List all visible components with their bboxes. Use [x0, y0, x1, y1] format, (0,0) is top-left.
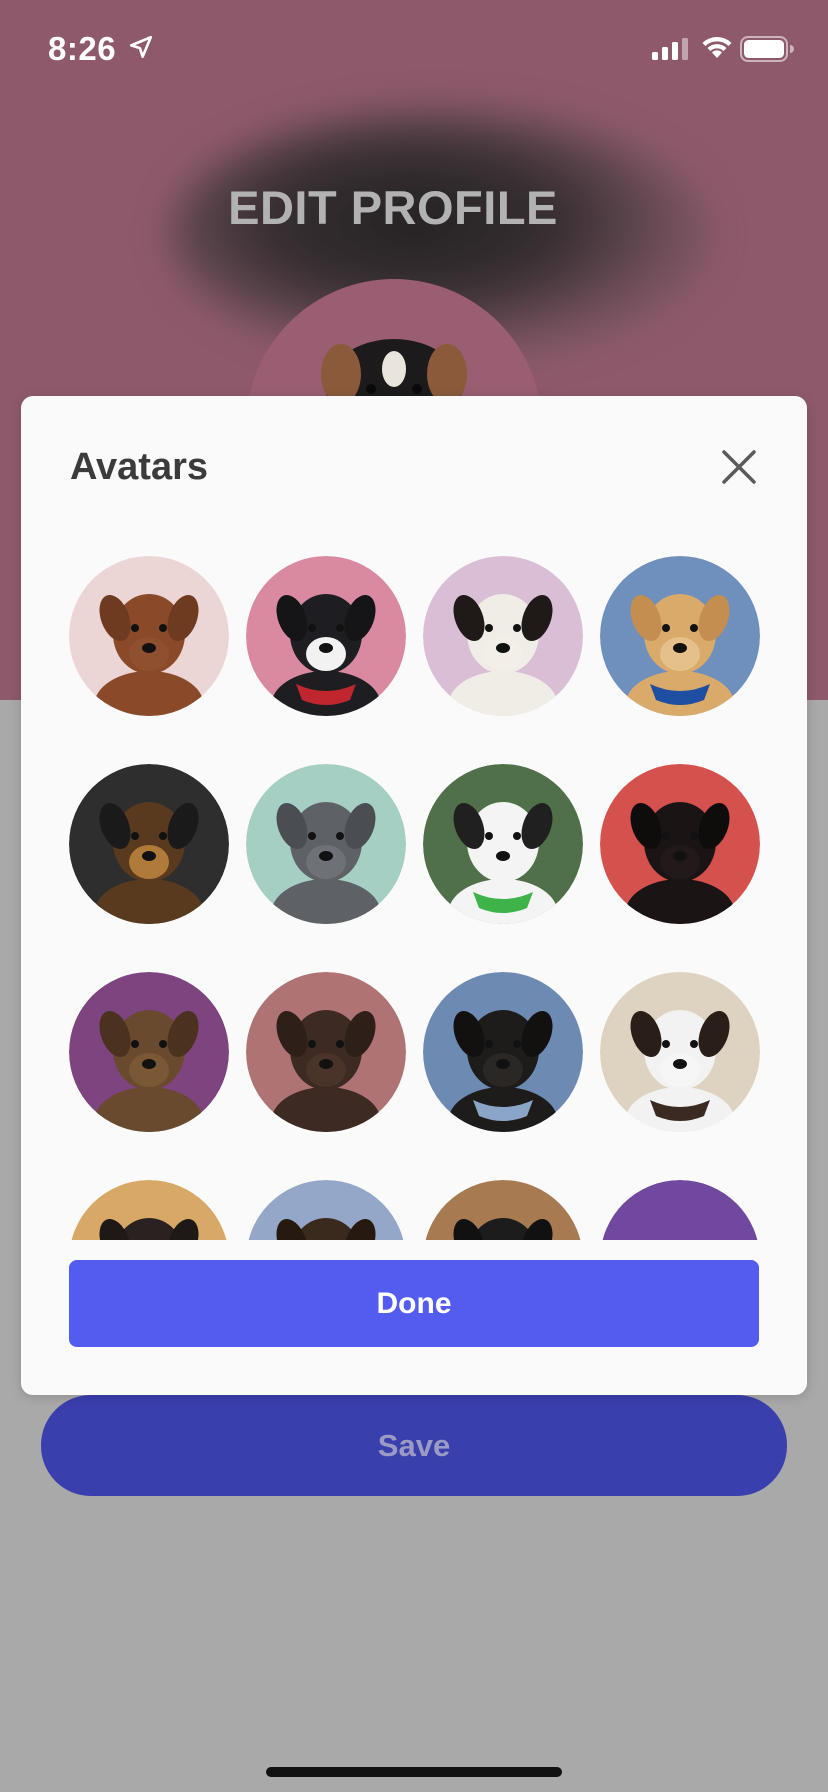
avatar-option[interactable] [600, 764, 760, 924]
dog-icon [425, 1180, 581, 1240]
dog-icon [246, 972, 406, 1132]
status-bar: 8:26 [0, 0, 828, 100]
dog-icon [246, 556, 406, 716]
done-button[interactable]: Done [69, 1260, 759, 1347]
close-button[interactable] [716, 444, 762, 490]
status-time: 8:26 [48, 30, 117, 67]
avatars-modal: Avatars Done [21, 396, 807, 1395]
dog-icon [602, 1180, 758, 1240]
close-icon [722, 450, 756, 484]
avatar-option[interactable] [423, 1180, 583, 1240]
page-title: EDIT PROFILE [228, 181, 558, 234]
save-button[interactable]: Save [41, 1395, 787, 1496]
avatar-option[interactable] [69, 556, 229, 716]
avatar-option[interactable] [600, 1180, 760, 1240]
avatar-option[interactable] [423, 764, 583, 924]
avatar-option[interactable] [69, 1180, 229, 1240]
dog-icon [69, 972, 229, 1132]
avatar-option[interactable] [69, 764, 229, 924]
dog-icon [600, 972, 760, 1132]
avatar-option[interactable] [246, 972, 406, 1132]
avatar-option[interactable] [246, 1180, 406, 1240]
avatar-option[interactable] [246, 556, 406, 716]
dog-icon [246, 764, 406, 924]
wifi-icon [700, 34, 734, 65]
avatar-grid-scroll[interactable] [21, 556, 807, 1240]
avatar-option[interactable] [69, 972, 229, 1132]
dog-icon [600, 556, 760, 716]
dog-icon [600, 764, 760, 924]
dog-icon [69, 556, 229, 716]
avatar-option[interactable] [600, 972, 760, 1132]
dog-icon [71, 1180, 227, 1240]
avatar-option[interactable] [423, 972, 583, 1132]
battery-icon [740, 36, 794, 67]
dog-icon [423, 556, 583, 716]
dog-icon [423, 972, 583, 1132]
modal-title: Avatars [70, 446, 209, 488]
cellular-signal-icon [652, 38, 690, 65]
dog-icon [423, 764, 583, 924]
home-indicator[interactable] [266, 1767, 562, 1777]
dog-icon [248, 1180, 404, 1240]
avatar-option[interactable] [423, 556, 583, 716]
avatar-option[interactable] [246, 764, 406, 924]
location-arrow-icon [128, 34, 154, 65]
avatar-option[interactable] [600, 556, 760, 716]
dog-icon [69, 764, 229, 924]
